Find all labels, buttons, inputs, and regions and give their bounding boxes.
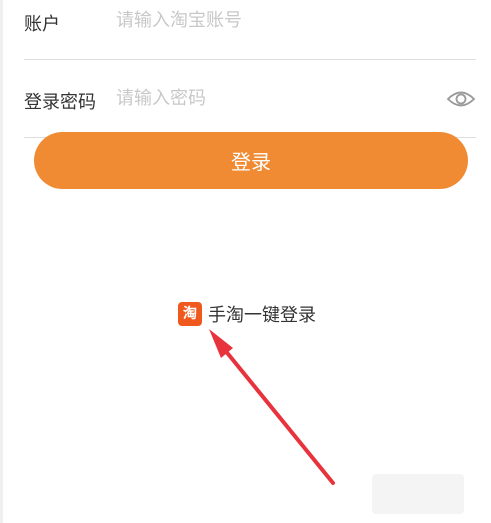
password-row: 登录密码 bbox=[24, 78, 476, 118]
password-label: 登录密码 bbox=[24, 92, 96, 113]
left-edge bbox=[0, 0, 3, 523]
watermark-blur bbox=[372, 474, 464, 514]
quick-login-label: 手淘一键登录 bbox=[208, 305, 316, 326]
account-label: 账户 bbox=[24, 14, 60, 35]
password-input[interactable] bbox=[116, 78, 416, 118]
taobao-app-icon: 淘 bbox=[178, 302, 202, 326]
account-row: 账户 bbox=[24, 0, 476, 40]
eye-icon[interactable] bbox=[446, 88, 476, 110]
account-divider bbox=[24, 59, 476, 60]
login-button[interactable]: 登录 bbox=[34, 132, 468, 189]
taobao-icon-char: 淘 bbox=[183, 306, 197, 322]
account-input[interactable] bbox=[116, 0, 416, 40]
quick-login-link[interactable]: 淘 手淘一键登录 bbox=[178, 301, 316, 327]
